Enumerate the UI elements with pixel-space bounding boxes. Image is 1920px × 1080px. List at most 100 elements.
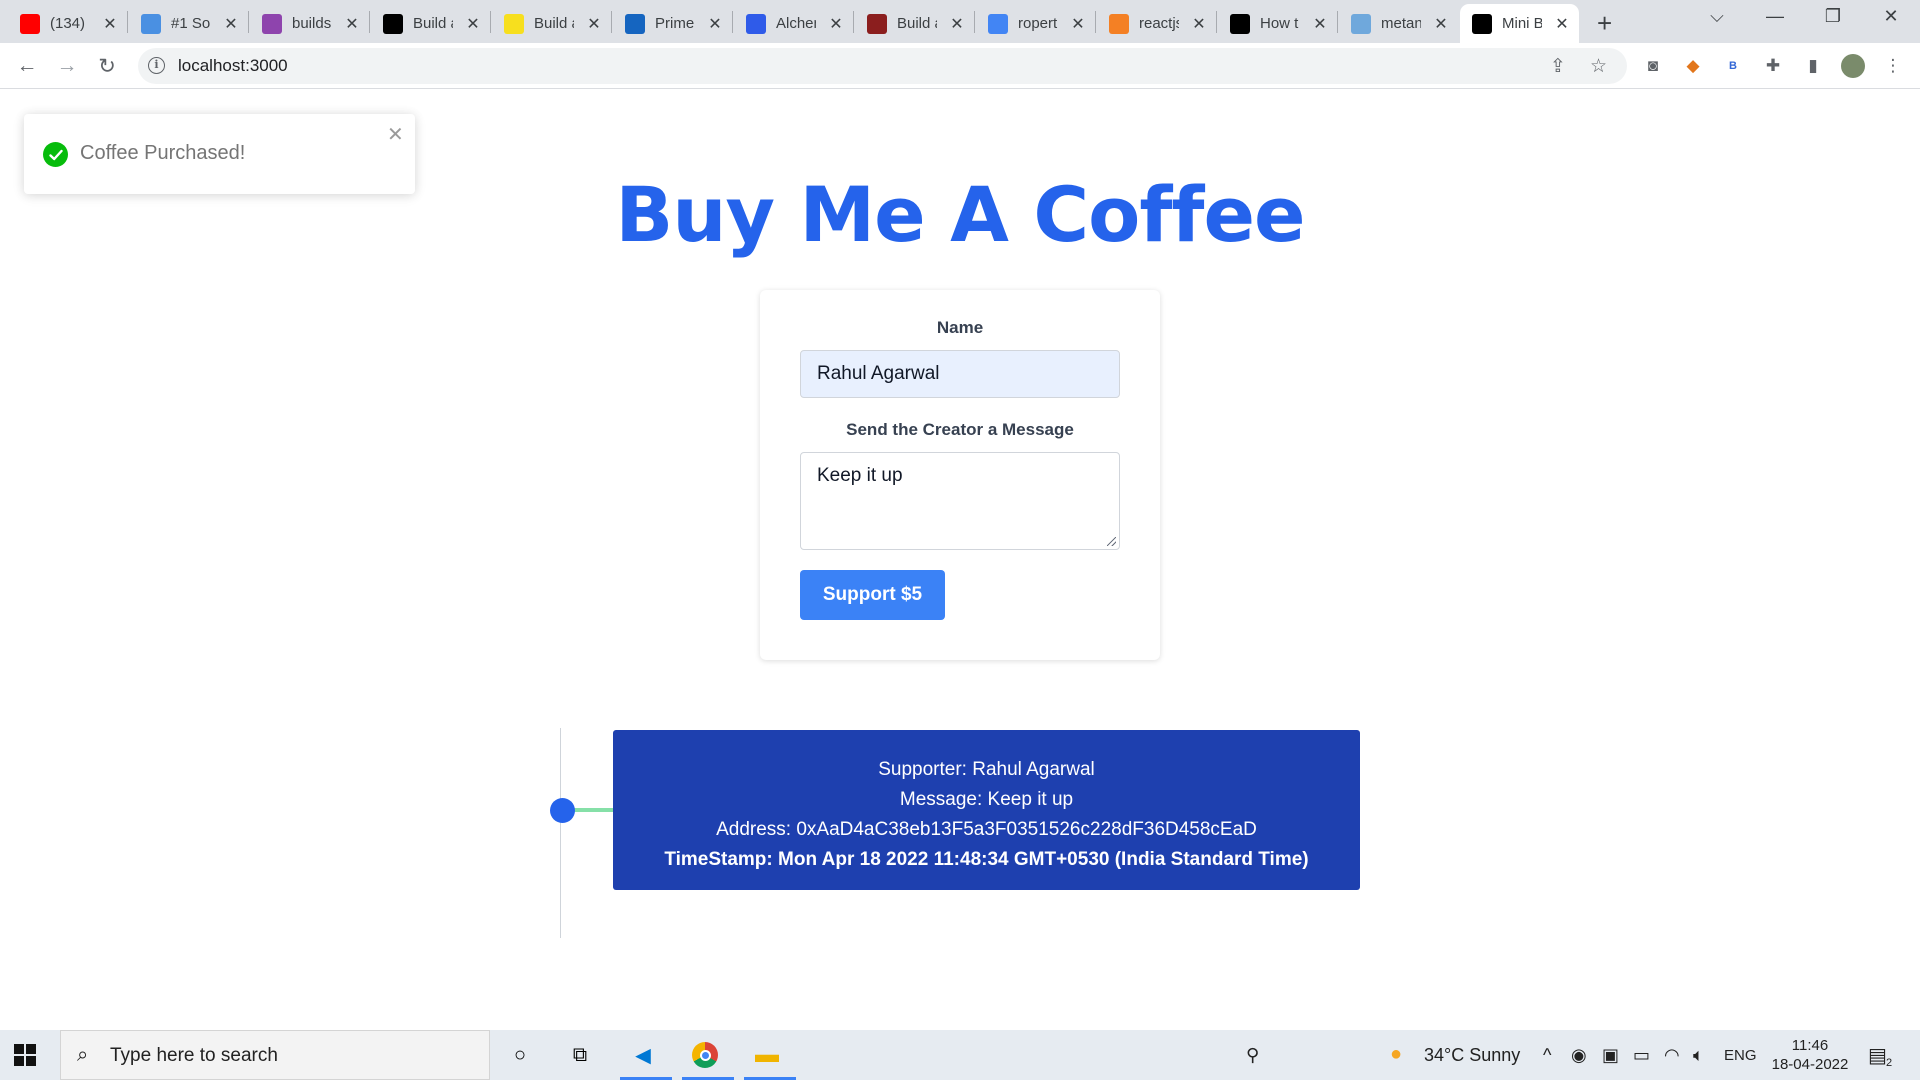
memo-address: Address: 0xAaD4aC38eb13F5a3F0351526c228d… — [716, 819, 1257, 840]
tab-separator — [611, 11, 612, 33]
message-text: Keep it up — [817, 465, 903, 486]
tab-close-icon[interactable]: ✕ — [102, 14, 118, 34]
tab-separator — [1337, 11, 1338, 33]
address-bar[interactable]: i localhost:3000 ⇪ ☆ — [138, 48, 1627, 84]
weather-text[interactable]: 34°C Sunny — [1424, 1045, 1520, 1066]
browser-tab[interactable]: ropert ✕ — [976, 4, 1095, 43]
extensions-puzzle-icon[interactable]: ✚ — [1760, 53, 1786, 79]
success-check-icon — [43, 142, 68, 167]
browser-tab[interactable]: #1 Sol ✕ — [129, 4, 248, 43]
weather-sun-icon[interactable]: ● — [1390, 1043, 1402, 1066]
vscode-icon[interactable]: ◄ — [628, 1040, 658, 1070]
bookmark-star-icon[interactable]: ☆ — [1590, 55, 1607, 78]
side-panel-icon[interactable]: ▮ — [1800, 53, 1826, 79]
browser-tab[interactable]: Mini B ✕ — [1460, 4, 1579, 43]
new-tab-button[interactable]: + — [1597, 8, 1612, 39]
tab-title: (134) — [50, 15, 86, 32]
record-icon[interactable]: ◉ — [1571, 1045, 1587, 1066]
memo-supporter: Supporter: Rahul Agarwal — [878, 759, 1095, 780]
forward-button[interactable]: → — [52, 51, 82, 81]
task-view-icon[interactable]: ⧉ — [565, 1040, 595, 1070]
alchemy-icon — [746, 13, 766, 34]
browser-tab[interactable]: Build a ✕ — [371, 4, 490, 43]
cortana-icon[interactable]: ○ — [505, 1040, 535, 1070]
browser-tab[interactable]: Build a ✕ — [492, 4, 611, 43]
notification-center-icon[interactable]: ▤ — [1868, 1043, 1887, 1068]
tab-separator — [248, 11, 249, 33]
url-text[interactable]: localhost:3000 — [178, 56, 288, 76]
tab-close-icon[interactable]: ✕ — [586, 14, 602, 34]
tab-title: Build a — [534, 15, 574, 32]
metamask-extension-icon[interactable]: ◆ — [1680, 53, 1706, 79]
tab-close-icon[interactable]: ✕ — [707, 14, 723, 34]
meet-now-icon[interactable]: ▣ — [1602, 1045, 1619, 1066]
taskbar-search-placeholder: Type here to search — [110, 1045, 278, 1066]
language-indicator[interactable]: ENG — [1724, 1047, 1757, 1064]
reload-button[interactable]: ↻ — [92, 51, 122, 81]
message-textarea[interactable]: Keep it up — [800, 452, 1120, 550]
camera-extension-icon[interactable]: ◙ — [1640, 53, 1666, 79]
browser-tab[interactable]: Build a ✕ — [855, 4, 974, 43]
name-label: Name — [936, 318, 984, 337]
timeline-connector — [573, 808, 613, 812]
memo-timestamp: TimeStamp: Mon Apr 18 2022 11:48:34 GMT+… — [664, 849, 1309, 870]
browser-tab[interactable]: How t ✕ — [1218, 4, 1337, 43]
support-button[interactable]: Support $5 — [800, 570, 945, 620]
volume-icon[interactable]: 🔈︎ — [1693, 1045, 1704, 1066]
browser-tab[interactable]: builds ✕ — [250, 4, 369, 43]
system-clock[interactable]: 11:46 18-04-2022 — [1765, 1036, 1855, 1074]
chrome-icon[interactable] — [690, 1040, 720, 1070]
medium-icon — [383, 13, 403, 34]
profile-avatar[interactable] — [1840, 53, 1866, 79]
browser-tab[interactable]: metan ✕ — [1339, 4, 1458, 43]
stackoverflow-icon — [1109, 13, 1129, 34]
tab-close-icon[interactable]: ✕ — [223, 14, 239, 34]
tab-close-icon[interactable]: ✕ — [828, 14, 844, 34]
tab-title: How t — [1260, 15, 1299, 32]
message-label: Send the Creator a Message — [846, 420, 1074, 439]
browser-tab[interactable]: Alchem ✕ — [734, 4, 853, 43]
tab-search-chevron-icon[interactable]: ⌵ — [1694, 6, 1740, 27]
share-icon[interactable]: ⇪ — [1550, 55, 1566, 78]
show-hidden-icons-chevron-icon[interactable]: ^ — [1543, 1045, 1551, 1066]
close-window-button[interactable]: ✕ — [1868, 6, 1914, 27]
windows-start-icon[interactable] — [14, 1044, 36, 1066]
wifi-icon[interactable]: ◠ — [1664, 1045, 1680, 1066]
name-input[interactable]: Rahul Agarwal — [800, 350, 1120, 398]
minimize-button[interactable]: — — [1752, 6, 1798, 27]
tab-title: Prime — [655, 15, 695, 32]
tab-close-icon[interactable]: ✕ — [465, 14, 481, 34]
tab-title: Mini B — [1502, 15, 1542, 32]
taskbar-search-box[interactable]: ⌕ Type here to search — [60, 1030, 490, 1080]
memo-message: Message: Keep it up — [899, 789, 1074, 810]
browser-tab[interactable]: Prime ✕ — [613, 4, 732, 43]
people-icon[interactable]: ⚲ — [1246, 1045, 1259, 1066]
battery-icon[interactable]: ▭ — [1633, 1045, 1650, 1066]
browser-tab[interactable]: reactjs ✕ — [1097, 4, 1216, 43]
tab-close-icon[interactable]: ✕ — [949, 14, 965, 34]
ethereum-icon — [1351, 13, 1371, 34]
tab-close-icon[interactable]: ✕ — [1433, 14, 1449, 34]
tab-close-icon[interactable]: ✕ — [344, 14, 360, 34]
timeline-line — [560, 728, 561, 938]
taskbar: ⌕ Type here to search ○ ⧉ ◄ ▬ ⚲ ● 34°C S… — [0, 1030, 1920, 1080]
timeline-dot — [550, 798, 575, 823]
browser-tab[interactable]: (134) ✕ — [8, 4, 127, 43]
tab-close-icon[interactable]: ✕ — [1191, 14, 1207, 34]
browser-menu-icon[interactable]: ⋮ — [1880, 53, 1906, 79]
resize-handle-icon[interactable] — [1107, 537, 1116, 546]
memo-card: Supporter: Rahul Agarwal Message: Keep i… — [613, 730, 1360, 890]
tab-close-icon[interactable]: ✕ — [1070, 14, 1086, 34]
file-explorer-icon[interactable]: ▬ — [752, 1040, 782, 1070]
toast-close-icon[interactable]: ✕ — [387, 122, 404, 147]
play-icon — [625, 13, 645, 34]
tab-close-icon[interactable]: ✕ — [1554, 14, 1570, 34]
back-button[interactable]: ← — [12, 51, 42, 81]
restore-button[interactable]: ❐ — [1810, 6, 1856, 27]
site-info-icon[interactable]: i — [148, 57, 165, 74]
toast-message: Coffee Purchased! — [80, 142, 246, 164]
dev-icon — [1230, 13, 1250, 34]
b-extension-icon[interactable]: B — [1720, 53, 1746, 79]
tab-close-icon[interactable]: ✕ — [1312, 14, 1328, 34]
tab-separator — [974, 11, 975, 33]
